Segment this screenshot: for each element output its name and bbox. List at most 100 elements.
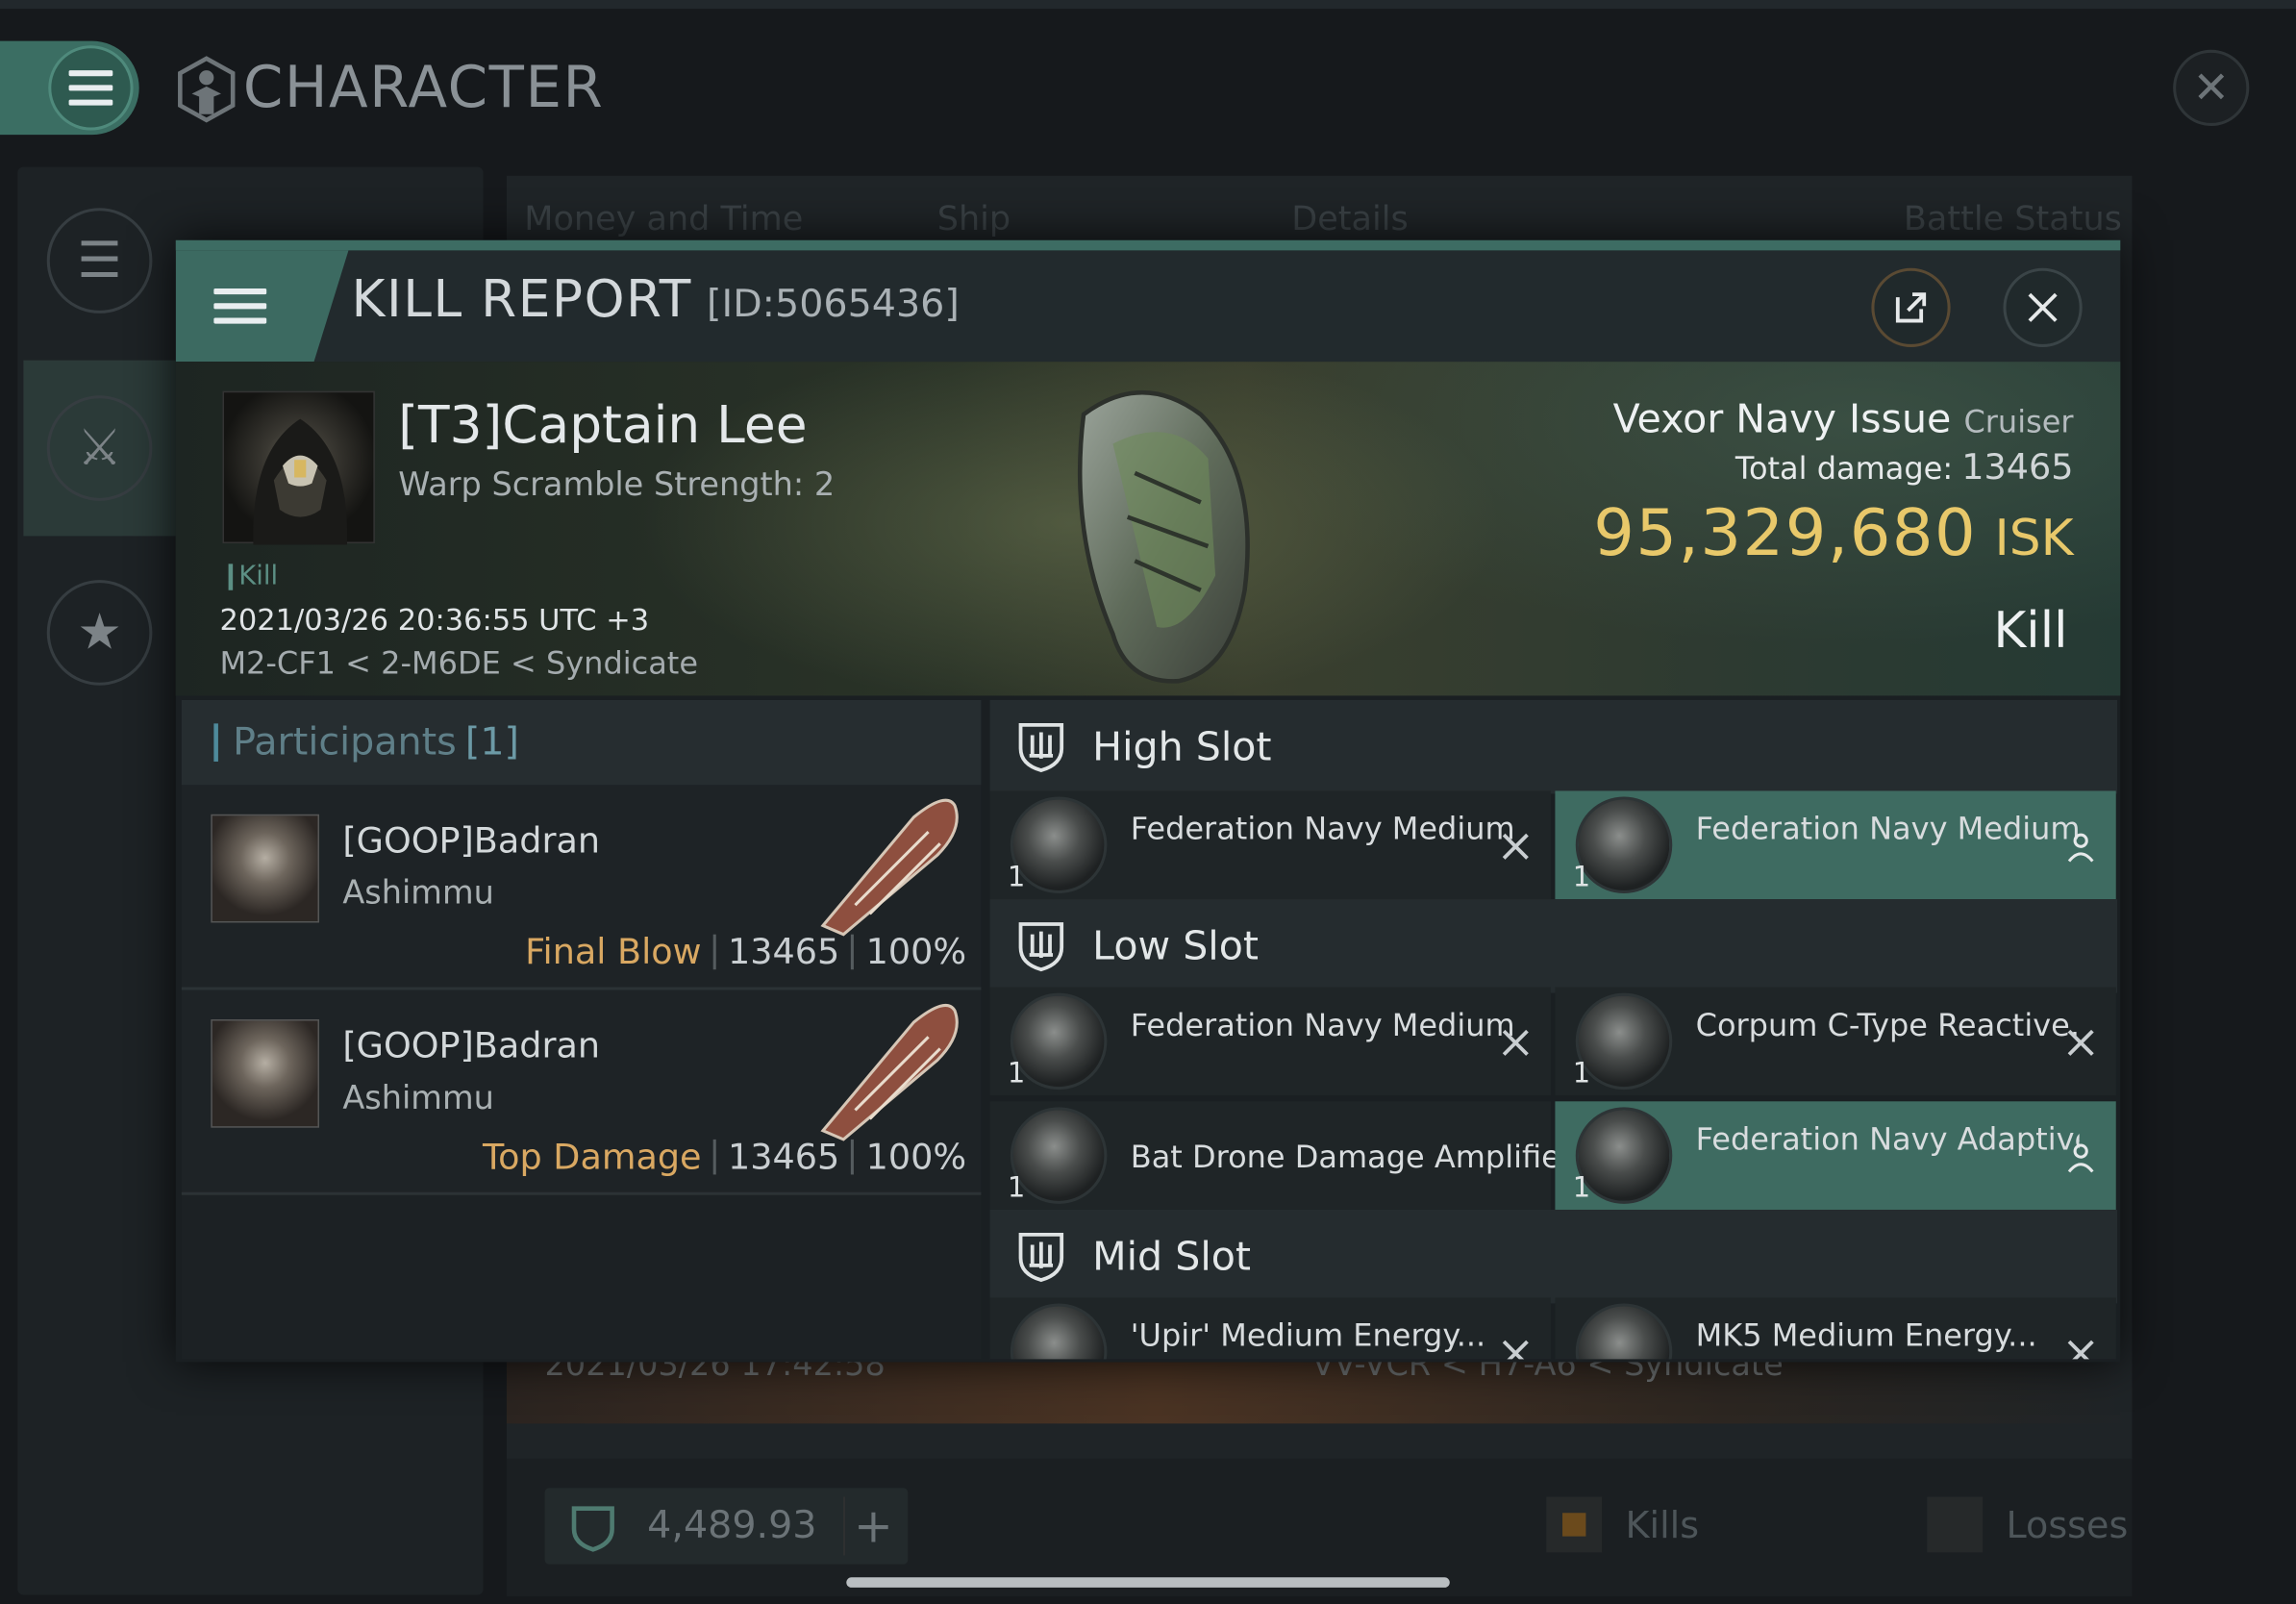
close-icon: ✕ <box>2192 62 2230 114</box>
participant-ship: Ashimmu <box>342 1080 494 1118</box>
destroyed-icon <box>1502 833 1529 860</box>
participant-name[interactable]: [GOOP]Badran <box>342 820 600 862</box>
legend-kills: Kills <box>1546 1496 1700 1553</box>
modal-menu-button[interactable] <box>175 250 349 363</box>
participant-row[interactable]: [GOOP]Badran Ashimmu Final Blow 13465 100% <box>181 785 982 990</box>
victim-ship-name[interactable]: Vexor Navy Issue Cruiser <box>1613 397 2074 442</box>
kills-swatch <box>1546 1496 1603 1553</box>
character-icon <box>178 56 236 123</box>
rail-tab-medals[interactable]: ★ <box>23 545 175 721</box>
isk-amount: 95,329,680 <box>1593 496 1978 571</box>
participant-name[interactable]: [GOOP]Badran <box>342 1025 600 1066</box>
participant-stats: Final Blow 13465 100% <box>525 932 966 973</box>
module-qty: 1 <box>1007 861 1026 894</box>
energy-neutralizer-icon <box>1010 1303 1108 1360</box>
modal-title: KILL REPORT [ID:5065436] <box>352 271 960 330</box>
module-qty: 1 <box>1572 861 1591 894</box>
isk-value: 95,329,680 ISK <box>1593 496 2073 571</box>
slot-shield-icon <box>1018 1232 1064 1283</box>
module-qty: 1 <box>1007 1171 1026 1204</box>
participant-percent: 100% <box>865 931 967 973</box>
destroyed-icon <box>1502 1340 1529 1360</box>
modal-header: KILL REPORT [ID:5065436] <box>175 250 2121 363</box>
module-item[interactable]: MK5 Medium Energy... <box>1555 1297 2116 1360</box>
high-slot-label: High Slot <box>1092 724 1272 770</box>
module-name: Federation Navy Medium... <box>1130 811 1514 847</box>
column-header-details[interactable]: Details <box>1291 201 1408 239</box>
modal-top-edge <box>175 239 2121 251</box>
participants-label: Participants <box>233 720 457 765</box>
participant-ship-image[interactable] <box>811 996 973 1142</box>
legend-losses: Losses <box>1927 1496 2128 1553</box>
low-slot-header: Low Slot <box>989 899 2118 993</box>
close-icon <box>2028 292 2058 322</box>
close-window-button[interactable]: ✕ <box>2173 49 2250 126</box>
participant-role: Top Damage <box>482 1136 702 1178</box>
energy-neutralizer-icon <box>1575 1303 1673 1360</box>
hamburger-icon <box>68 70 113 106</box>
dropped-person-icon <box>2067 1143 2094 1173</box>
hooded-pilot-avatar <box>253 418 348 545</box>
destroyed-icon <box>2067 1340 2094 1360</box>
module-name: Federation Navy Adaptive... <box>1695 1121 2080 1158</box>
module-item[interactable]: 1 Federation Navy Medium... <box>989 790 1551 900</box>
module-item[interactable]: 1 Corpum C-Type Reactive... <box>1555 987 2116 1096</box>
column-header-battle-status[interactable]: Battle Status <box>1904 201 2122 239</box>
module-name: Corpum C-Type Reactive... <box>1695 1007 2080 1043</box>
kill-location[interactable]: M2-CF1 < 2-M6DE < Syndicate <box>219 646 698 682</box>
plus-icon: + <box>854 1498 893 1554</box>
isk-unit: ISK <box>1994 510 2074 568</box>
participant-damage: 13465 <box>727 1136 840 1178</box>
close-modal-button[interactable] <box>2003 267 2083 347</box>
module-qty: 1 <box>1572 1171 1591 1204</box>
participant-role: Final Blow <box>525 931 702 973</box>
rail-tab-combat[interactable]: ⚔ <box>23 360 176 537</box>
participant-ship-image[interactable] <box>811 790 973 937</box>
high-slot-header: High Slot <box>989 699 2118 794</box>
mid-slot-label: Mid Slot <box>1092 1234 1252 1280</box>
participant-portrait[interactable] <box>211 814 320 923</box>
module-name: Bat Drone Damage Amplifier <box>1130 1139 1556 1175</box>
low-slot-label: Low Slot <box>1092 923 1260 969</box>
participants-header-accent <box>213 723 218 762</box>
kill-datetime: 2021/03/26 20:36:55 UTC +3 <box>219 601 650 638</box>
victim-summary: [T3]Captain Lee Warp Scramble Strength: … <box>175 362 2121 696</box>
column-header-money[interactable]: Money and Time <box>524 201 803 239</box>
column-header-ship[interactable]: Ship <box>937 201 1011 239</box>
kill-report-modal: KILL REPORT [ID:5065436] [T3]Captain Lee… <box>175 239 2121 1363</box>
main-menu-button[interactable] <box>0 40 139 136</box>
add-funds-button[interactable]: + <box>843 1496 902 1556</box>
participant-stats: Top Damage 13465 100% <box>483 1137 966 1178</box>
slot-shield-icon <box>1018 722 1064 773</box>
module-name: MK5 Medium Energy... <box>1695 1317 2037 1354</box>
module-item[interactable]: 1 Federation Navy Medium... <box>989 987 1551 1096</box>
kill-tag: Kill <box>228 564 278 590</box>
ship-class: Cruiser <box>1963 404 2074 439</box>
victim-name[interactable]: [T3]Captain Lee <box>398 397 807 456</box>
module-item[interactable]: 1 Federation Navy Adaptive... <box>1555 1101 2116 1210</box>
module-item[interactable]: 1 Bat Drone Damage Amplifier <box>989 1101 1555 1210</box>
losses-swatch <box>1927 1496 1984 1553</box>
participant-row[interactable]: [GOOP]Badran Ashimmu Top Damage 13465 100% <box>181 990 982 1195</box>
hamburger-icon <box>213 288 267 324</box>
share-button[interactable] <box>1871 267 1951 347</box>
module-item[interactable]: 'Upir' Medium Energy... <box>989 1297 1551 1360</box>
participants-header[interactable]: Participants [1] <box>181 699 982 786</box>
star-icon: ★ <box>46 580 153 686</box>
destroyed-icon <box>2067 1029 2094 1056</box>
dropped-person-icon <box>2067 833 2094 863</box>
participants-count: [1] <box>464 720 520 765</box>
total-damage-value: 13465 <box>1961 446 2074 489</box>
victim-ship-image[interactable] <box>1025 370 1288 692</box>
main-menu-circle[interactable] <box>48 45 134 131</box>
module-item[interactable]: 1 Federation Navy Medium... <box>1555 790 2116 900</box>
top-strip <box>0 0 2296 10</box>
slot-shield-icon <box>1018 922 1064 972</box>
victim-portrait[interactable] <box>222 390 375 545</box>
rail-tab-list[interactable]: ☰ <box>23 173 175 349</box>
participant-ship: Ashimmu <box>342 875 494 913</box>
module-name: Federation Navy Medium... <box>1130 1007 1514 1043</box>
module-name: 'Upir' Medium Energy... <box>1130 1317 1486 1354</box>
legend-kills-label: Kills <box>1625 1503 1700 1546</box>
participant-portrait[interactable] <box>211 1019 320 1128</box>
